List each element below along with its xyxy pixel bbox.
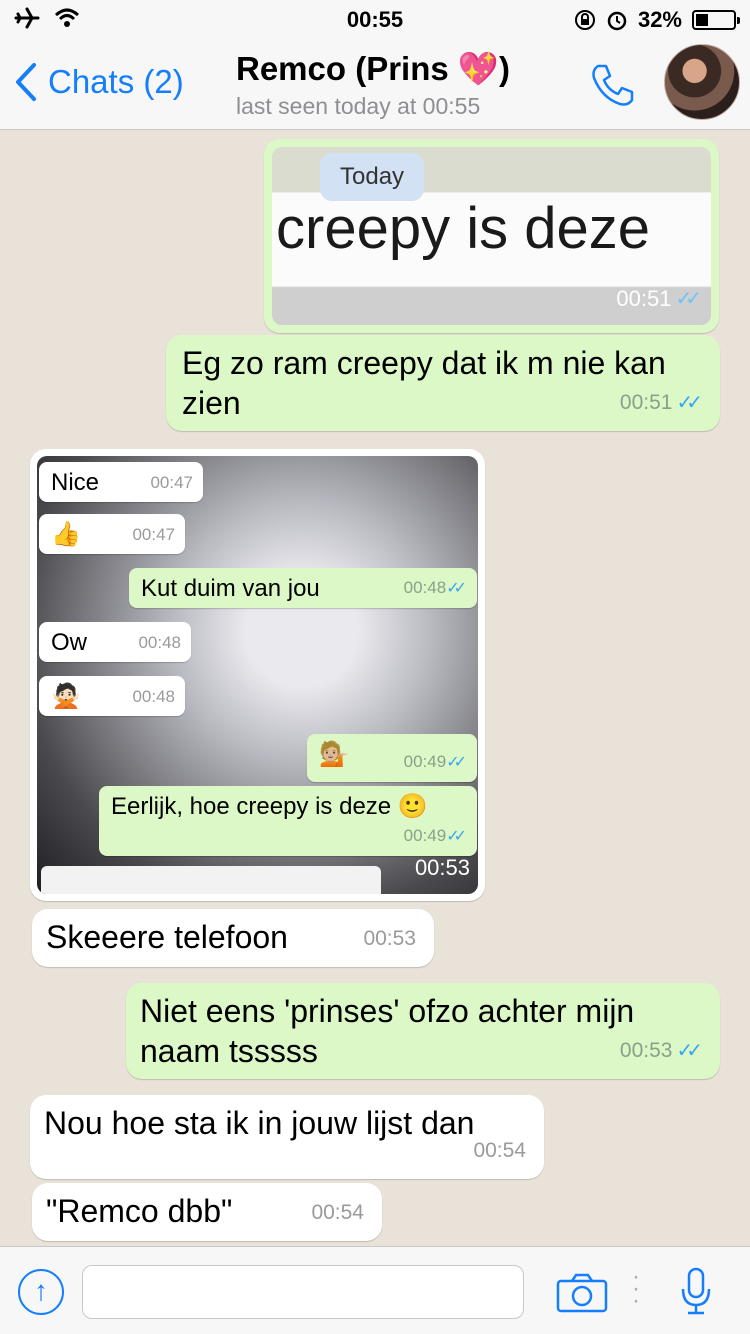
back-button[interactable]: Chats (2) (14, 62, 184, 102)
read-ticks-icon: ✓✓ (676, 1040, 702, 1062)
battery-percent: 32% (637, 7, 682, 32)
date-badge: Today (320, 153, 425, 201)
read-ticks-icon: ✓✓ (676, 392, 702, 414)
message-meta: 00:53 ✓✓ (620, 1031, 703, 1071)
message-time: 00:53 (414, 855, 470, 880)
screenshot-input-bar (41, 866, 381, 894)
image-message-2[interactable]: Nice 00:47 👍 00:47 Kut duim van jou 00:48✓✓… (30, 449, 485, 901)
microphone-icon[interactable] (680, 1267, 712, 1317)
message-out-1[interactable]: Eg zo ram creepy dat ik m nie kan zien 0… (166, 335, 720, 431)
mini-message: 👍 00:47 (39, 514, 185, 554)
message-in-2[interactable]: Nou hoe sta ik in jouw lijst dan 00:54 (30, 1095, 544, 1179)
message-time: 00:53 (363, 927, 416, 950)
screenshot-image: Nice 00:47 👍 00:47 Kut duim van jou 00:48✓✓… (37, 456, 478, 894)
back-label: Chats (2) (48, 63, 184, 100)
input-bar: ↑ · · · (0, 1246, 750, 1334)
contact-info[interactable]: Remco (Prins 💖) last seen today at 00:55 (236, 50, 510, 120)
message-time: 00:54 (473, 1139, 526, 1162)
message-in-3[interactable]: "Remco dbb" 00:54 (32, 1183, 382, 1241)
message-time: 00:54 (311, 1201, 364, 1224)
phone-call-icon[interactable] (588, 60, 638, 110)
rotation-lock-icon (574, 10, 595, 30)
mini-message: Eerlijk, hoe creepy is deze 🙂 00:49✓✓ (99, 786, 477, 856)
message-in-1[interactable]: Skeeere telefoon 00:53 (32, 909, 434, 967)
message-input[interactable] (82, 1265, 524, 1319)
mini-message: Ow 00:48 (39, 622, 191, 662)
status-bar: 00:55 32% (0, 0, 750, 40)
image-text: creepy is deze (276, 196, 650, 261)
camera-icon[interactable] (556, 1273, 608, 1313)
mini-message: Kut duim van jou 00:48✓✓ (129, 568, 477, 608)
message-text: "Remco dbb" (46, 1193, 233, 1229)
message-out-2[interactable]: Niet eens 'prinses' ofzo achter mijn naa… (126, 983, 720, 1079)
mini-message: Nice 00:47 (39, 462, 203, 502)
mini-message: 🙅🏻 00:48 (39, 676, 185, 716)
mini-message: 💁🏼 00:49✓✓ (307, 734, 477, 782)
status-right: 32% (574, 7, 740, 33)
image-preview: Today creepy is deze 00:51 ✓✓ (272, 147, 711, 325)
message-meta: 00:51 ✓✓ (620, 383, 703, 423)
message-text: Nou hoe sta ik in jouw lijst dan (44, 1105, 475, 1141)
chat-area[interactable]: Today creepy is deze 00:51 ✓✓ Eg zo ram c… (0, 131, 750, 1246)
contact-avatar[interactable] (664, 44, 740, 120)
more-dots-icon: · · · (632, 1263, 640, 1314)
chat-header: Chats (2) Remco (Prins 💖) last seen toda… (0, 40, 750, 130)
message-text: Eg zo ram creepy dat ik m nie kan zien (182, 345, 666, 421)
message-time: 00:51 ✓✓ (616, 279, 701, 319)
message-text: Skeeere telefoon (46, 919, 288, 955)
read-ticks-icon: ✓✓ (675, 288, 701, 310)
message-text: Niet eens 'prinses' ofzo achter mijn naa… (140, 993, 635, 1069)
attach-button[interactable]: ↑ (18, 1269, 64, 1315)
chevron-left-icon (16, 63, 36, 101)
contact-name: Remco (Prins 💖) (236, 50, 510, 87)
last-seen: last seen today at 00:55 (236, 93, 481, 119)
arrow-up-icon: ↑ (34, 1275, 48, 1306)
alarm-icon (607, 11, 627, 31)
image-message-1[interactable]: Today creepy is deze 00:51 ✓✓ (264, 139, 719, 333)
battery-icon (692, 10, 740, 30)
